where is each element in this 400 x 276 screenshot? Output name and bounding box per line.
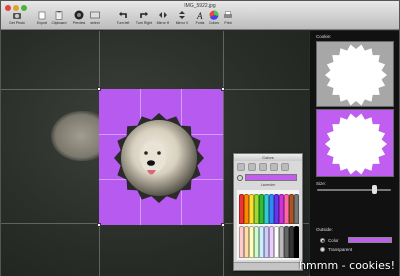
colors-panel-title: Colors	[234, 154, 302, 161]
rotate-right-icon	[140, 11, 148, 18]
crayons-tab[interactable]	[281, 163, 289, 171]
outside-transparent-label: Transparent	[328, 247, 353, 252]
colors-panel-footer	[234, 262, 302, 270]
resize-handle[interactable]	[221, 87, 225, 91]
outside-transparent-radio[interactable]	[320, 247, 325, 252]
image-palettes-tab[interactable]	[270, 163, 278, 171]
size-slider-knob[interactable]	[372, 185, 378, 194]
resize-handle[interactable]	[221, 223, 225, 227]
mirror-h-icon	[159, 12, 167, 18]
caption-text: hmmm - cookies!	[299, 259, 395, 272]
size-label: Size:	[316, 181, 327, 186]
app-window: IMG_5922.jpg Get Photo Export Clipboard …	[0, 0, 400, 276]
outside-color-radio[interactable]	[320, 238, 325, 243]
outside-label: Outside:	[316, 227, 333, 232]
print-button[interactable]: Print	[216, 10, 240, 25]
grid-line	[223, 31, 224, 276]
resize-handle[interactable]	[97, 87, 101, 91]
camera-icon	[13, 13, 21, 19]
resize-handle[interactable]	[97, 223, 101, 227]
cookie-color-preview[interactable]	[316, 109, 394, 177]
cookie-purple-preview	[325, 113, 387, 175]
cookie-shape	[114, 113, 204, 203]
size-slider[interactable]	[317, 189, 391, 191]
rotate-left-icon	[119, 11, 127, 18]
selected-color-swatch[interactable]	[245, 174, 297, 181]
color-wheel-tab[interactable]	[237, 163, 245, 171]
dog-face	[140, 141, 166, 173]
outside-color-label: Color	[328, 238, 339, 243]
select-icon	[90, 11, 100, 19]
crayon-name: Lavender	[260, 183, 276, 187]
color-sliders-tab[interactable]	[248, 163, 256, 171]
export-icon	[38, 11, 46, 20]
clipboard-icon	[55, 11, 63, 20]
crayon[interactable]	[294, 226, 299, 258]
cookie-white-preview	[325, 44, 387, 106]
crayon[interactable]	[294, 194, 299, 224]
select-button[interactable]: select	[83, 10, 107, 25]
magnifier-icon[interactable]	[237, 174, 243, 181]
outside-color-well[interactable]	[348, 237, 392, 243]
crayon-box[interactable]	[237, 190, 299, 260]
cookie-shape-preview[interactable]	[316, 41, 394, 107]
window-title: IMG_5922.jpg	[184, 3, 216, 9]
colors-mode-tabs[interactable]	[234, 161, 302, 173]
mirror-v-icon	[179, 11, 185, 19]
cookie-label: Cookie:	[316, 34, 332, 39]
settings-sidebar: Cookie: Size: Outside: Color Transparent	[310, 31, 399, 276]
color-palettes-tab[interactable]	[259, 163, 267, 171]
toolbar: IMG_5922.jpg Get Photo Export Clipboard …	[1, 1, 399, 30]
print-icon	[224, 11, 232, 18]
colors-panel[interactable]: Colors Lavender	[233, 153, 303, 271]
get-photo-button[interactable]: Get Photo	[5, 10, 29, 25]
